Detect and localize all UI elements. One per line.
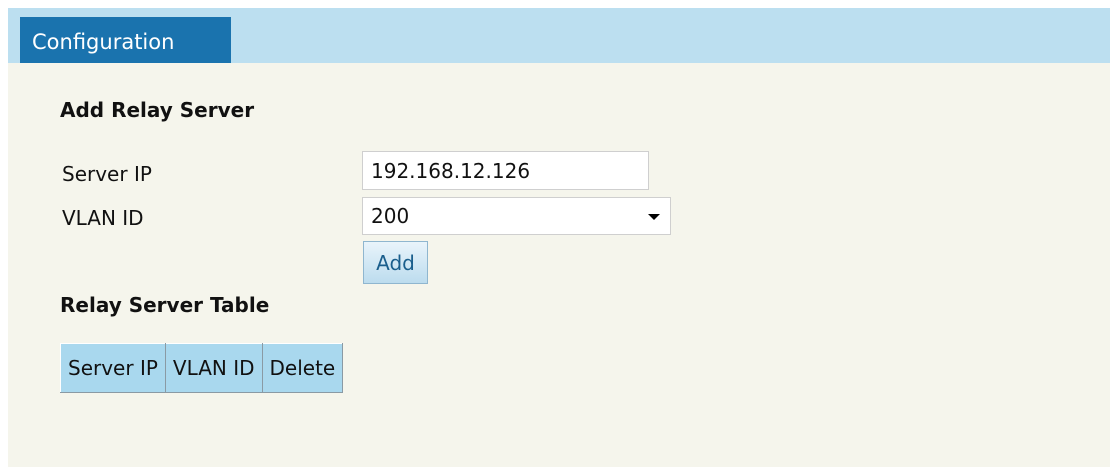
tab-bar: Configuration xyxy=(8,8,1110,63)
server-ip-input[interactable] xyxy=(362,151,649,190)
tab-configuration[interactable]: Configuration xyxy=(20,17,231,63)
column-header-server-ip: Server IP xyxy=(60,343,166,393)
config-panel: Configuration Add Relay Server Server IP… xyxy=(8,8,1110,467)
column-header-vlan-id: VLAN ID xyxy=(164,343,263,393)
relay-server-table: Server IP VLAN ID Delete xyxy=(60,343,344,393)
relay-server-table-heading: Relay Server Table xyxy=(60,293,270,317)
vlan-id-label: VLAN ID xyxy=(62,206,144,230)
table-header-row: Server IP VLAN ID Delete xyxy=(60,343,344,393)
chevron-down-icon xyxy=(648,214,660,220)
server-ip-label: Server IP xyxy=(62,162,152,186)
vlan-id-selected-value: 200 xyxy=(371,204,410,228)
vlan-id-select[interactable]: 200 xyxy=(362,197,671,235)
column-header-delete: Delete xyxy=(261,343,344,393)
add-button[interactable]: Add xyxy=(363,241,428,284)
add-relay-server-heading: Add Relay Server xyxy=(60,98,255,122)
